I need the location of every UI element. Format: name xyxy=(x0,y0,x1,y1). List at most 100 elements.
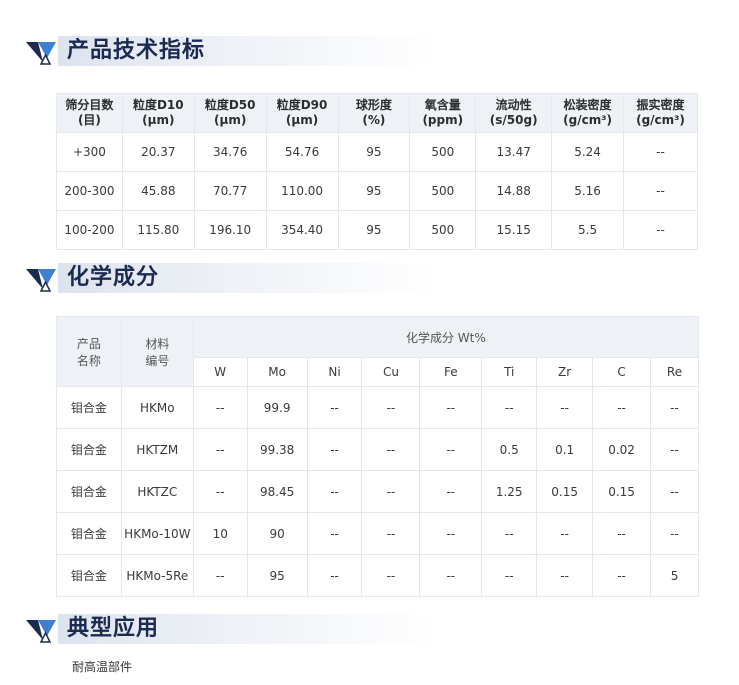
table-cell: 45.88 xyxy=(121,171,195,211)
table-cell: 100-200 xyxy=(56,210,123,250)
table-row: 钼合金 HKTZC -- 98.45 -- -- -- 1.25 0.15 0.15 -- xyxy=(56,470,699,513)
table-cell: -- xyxy=(536,512,594,555)
table-cell: 54.76 xyxy=(265,132,339,172)
element-header: C xyxy=(592,357,652,387)
table-cell: -- xyxy=(192,470,248,513)
column-header: 粒度D50 (μm) xyxy=(193,93,267,133)
table-cell: 5.16 xyxy=(551,171,625,211)
table-cell: 95 xyxy=(246,554,308,597)
table-cell: -- xyxy=(192,554,248,597)
brand-logo-icon xyxy=(26,620,56,643)
table-cell: 500 xyxy=(409,210,477,250)
table-cell: -- xyxy=(623,210,698,250)
table-cell: -- xyxy=(536,386,594,429)
table-cell: HKTZM xyxy=(120,428,194,471)
brand-logo-icon xyxy=(26,269,56,292)
table-cell: HKMo-10W xyxy=(120,512,194,555)
table-cell: -- xyxy=(419,512,483,555)
table-cell: 0.15 xyxy=(592,470,652,513)
table-cell: 14.88 xyxy=(475,171,553,211)
table-cell: -- xyxy=(419,386,483,429)
table-cell: -- xyxy=(419,428,483,471)
table-cell: +300 xyxy=(56,132,123,172)
table-cell: 95 xyxy=(337,171,411,211)
table-cell: -- xyxy=(306,554,363,597)
table-cell: 99.9 xyxy=(246,386,308,429)
table-cell: -- xyxy=(592,554,652,597)
table-cell: 钼合金 xyxy=(56,512,122,555)
table-cell: -- xyxy=(623,132,698,172)
table-cell: -- xyxy=(419,554,483,597)
table-cell: -- xyxy=(361,554,421,597)
table-cell: -- xyxy=(650,428,699,471)
table-cell: -- xyxy=(306,470,363,513)
application-text: 耐高温部件 xyxy=(72,660,133,674)
table-cell: 20.37 xyxy=(121,132,195,172)
column-header: 球形度 (%) xyxy=(337,93,411,133)
table-cell: -- xyxy=(361,428,421,471)
table-cell: -- xyxy=(650,512,699,555)
table-cell: 5 xyxy=(650,554,699,597)
element-header: Cu xyxy=(361,357,421,387)
table-cell: -- xyxy=(481,386,538,429)
table-cell: -- xyxy=(481,554,538,597)
table-cell: 5.24 xyxy=(551,132,625,172)
table-cell: -- xyxy=(306,512,363,555)
table-cell: 99.38 xyxy=(246,428,308,471)
table-cell: 95 xyxy=(337,210,411,250)
table-cell: 34.76 xyxy=(193,132,267,172)
table-cell: 1.25 xyxy=(481,470,538,513)
brand-logo-icon xyxy=(26,42,56,65)
table-cell: 5.5 xyxy=(551,210,625,250)
table-cell: -- xyxy=(536,554,594,597)
column-header: 流动性 (s/50g) xyxy=(475,93,553,133)
table-row: 钼合金 HKMo-5Re -- 95 -- -- -- -- -- -- 5 xyxy=(56,554,699,597)
table-group-header-row: 产品 名称 材料 编号 化学成分 Wt% xyxy=(56,316,700,387)
table-cell: 钼合金 xyxy=(56,386,122,429)
table-cell: 90 xyxy=(246,512,308,555)
column-header: 氧含量 (ppm) xyxy=(409,93,477,133)
table-row: 100-200 115.80 196.10 354.40 95 500 15.15 5.5 -- xyxy=(56,210,698,250)
table-row: 钼合金 HKTZM -- 99.38 -- -- -- 0.5 0.1 0.02 -- xyxy=(56,428,699,471)
column-header: 粒度D10 (μm) xyxy=(121,93,195,133)
table-row: 200-300 45.88 70.77 110.00 95 500 14.88 5.16 -- xyxy=(56,171,698,211)
material-code-header: 材料 编号 xyxy=(120,316,194,387)
table-cell: 70.77 xyxy=(193,171,267,211)
composition-section-header: 化学成分 xyxy=(0,261,440,295)
table-cell: HKMo xyxy=(120,386,194,429)
element-header: Re xyxy=(650,357,699,387)
table-cell: -- xyxy=(419,470,483,513)
table-cell: 0.15 xyxy=(536,470,594,513)
table-cell: -- xyxy=(361,386,421,429)
product-name-header: 产品 名称 xyxy=(56,316,122,387)
table-cell: 10 xyxy=(192,512,248,555)
table-row: +300 20.37 34.76 54.76 95 500 13.47 5.24 -- xyxy=(56,132,698,172)
table-cell: 500 xyxy=(409,132,477,172)
table-cell: -- xyxy=(361,512,421,555)
table-row: 钼合金 HKMo-10W 10 90 -- -- -- -- -- -- -- xyxy=(56,512,699,555)
table-cell: 200-300 xyxy=(56,171,123,211)
spec-table: 筛分目数 (目) 粒度D10 (μm) 粒度D50 (μm) 粒度D90 (μm) 球形度 (%)… xyxy=(56,93,698,250)
spec-section-header: 产品技术指标 xyxy=(0,34,440,68)
table-cell: -- xyxy=(592,512,652,555)
column-header: 粒度D90 (μm) xyxy=(265,93,339,133)
table-cell: -- xyxy=(592,386,652,429)
column-header: 振实密度 (g/cm³) xyxy=(623,93,698,133)
table-cell: 钼合金 xyxy=(56,554,122,597)
table-cell: -- xyxy=(623,171,698,211)
element-header: Fe xyxy=(419,357,483,387)
table-cell: 115.80 xyxy=(121,210,195,250)
table-cell: -- xyxy=(650,386,699,429)
table-cell: 0.02 xyxy=(592,428,652,471)
table-cell: 500 xyxy=(409,171,477,211)
table-cell: HKMo-5Re xyxy=(120,554,194,597)
column-header: 筛分目数 (目) xyxy=(56,93,123,133)
table-cell: 95 xyxy=(337,132,411,172)
column-header: 松装密度 (g/cm³) xyxy=(551,93,625,133)
table-cell: 196.10 xyxy=(193,210,267,250)
table-cell: 98.45 xyxy=(246,470,308,513)
element-header: Mo xyxy=(246,357,308,387)
element-header: Ni xyxy=(306,357,363,387)
table-cell: -- xyxy=(650,470,699,513)
table-cell: 110.00 xyxy=(265,171,339,211)
